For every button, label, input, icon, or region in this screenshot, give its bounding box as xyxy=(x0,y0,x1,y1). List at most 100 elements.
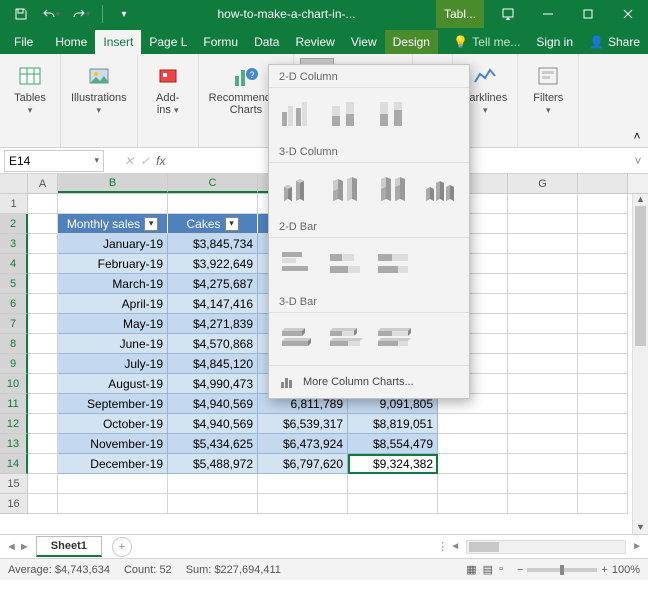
tab-formulas[interactable]: Formu xyxy=(195,30,246,54)
ribbon-display-options-icon[interactable] xyxy=(488,0,528,28)
row-header[interactable]: 9 xyxy=(0,354,28,374)
cancel-formula-icon[interactable]: ✕ xyxy=(124,154,134,168)
3d-clustered-bar-icon[interactable] xyxy=(279,321,317,355)
cell[interactable] xyxy=(28,394,58,414)
cell[interactable] xyxy=(28,234,58,254)
select-all-corner[interactable] xyxy=(0,174,28,193)
qat-customize-icon[interactable]: ▾ xyxy=(111,2,137,26)
cell[interactable] xyxy=(508,314,578,334)
3d-clustered-column-icon[interactable] xyxy=(279,171,317,205)
cell[interactable] xyxy=(168,494,258,514)
cell[interactable] xyxy=(28,334,58,354)
cell[interactable]: $5,488,972 xyxy=(168,454,258,474)
row-header[interactable]: 16 xyxy=(0,494,28,514)
cell[interactable] xyxy=(28,254,58,274)
cell[interactable] xyxy=(508,474,578,494)
save-icon[interactable] xyxy=(8,2,34,26)
cell[interactable]: $5,434,625 xyxy=(168,434,258,454)
3d-stacked-bar-icon[interactable] xyxy=(327,321,365,355)
cell[interactable]: December-19 xyxy=(58,454,168,474)
cell[interactable] xyxy=(438,454,508,474)
row-header[interactable]: 11 xyxy=(0,394,28,414)
cell[interactable] xyxy=(508,354,578,374)
cell[interactable]: Cakes▾ xyxy=(168,214,258,234)
page-layout-view-icon[interactable]: ▤ xyxy=(483,563,493,576)
row-header[interactable]: 6 xyxy=(0,294,28,314)
cell[interactable] xyxy=(508,414,578,434)
undo-icon[interactable]: ▾ xyxy=(38,2,64,26)
cell[interactable]: September-19 xyxy=(58,394,168,414)
stacked-bar-icon[interactable] xyxy=(327,246,365,280)
cell[interactable] xyxy=(58,494,168,514)
cell[interactable] xyxy=(438,474,508,494)
cell[interactable] xyxy=(28,374,58,394)
cell[interactable] xyxy=(28,274,58,294)
minimize-button[interactable] xyxy=(528,0,568,28)
cell[interactable] xyxy=(438,494,508,514)
cell[interactable]: $4,845,120 xyxy=(168,354,258,374)
new-sheet-button[interactable]: + xyxy=(112,537,132,557)
cell[interactable] xyxy=(578,434,628,454)
cell[interactable] xyxy=(58,194,168,214)
more-column-charts-item[interactable]: More Column Charts... xyxy=(269,365,469,398)
100-stacked-column-icon[interactable] xyxy=(375,96,413,130)
scroll-up-icon[interactable]: ▲ xyxy=(633,194,648,206)
row-header[interactable]: 5 xyxy=(0,274,28,294)
tab-insert[interactable]: Insert xyxy=(95,30,141,54)
row-header[interactable]: 14 xyxy=(0,454,28,474)
cell[interactable] xyxy=(508,274,578,294)
tab-data[interactable]: Data xyxy=(246,30,287,54)
hscroll-right-icon[interactable]: ► xyxy=(630,541,644,552)
row-header[interactable]: 1 xyxy=(0,194,28,214)
cell[interactable]: $6,539,317 xyxy=(258,414,348,434)
tab-view[interactable]: View xyxy=(343,30,385,54)
cell[interactable]: $8,554,479 xyxy=(348,434,438,454)
tab-design[interactable]: Design xyxy=(385,30,438,54)
addins-button[interactable]: Add- ins ▾ xyxy=(144,58,192,120)
cell[interactable] xyxy=(508,374,578,394)
horizontal-scrollbar[interactable] xyxy=(466,540,626,554)
row-header[interactable]: 15 xyxy=(0,474,28,494)
expand-formula-bar-icon[interactable]: ˅ xyxy=(628,154,648,168)
cell[interactable] xyxy=(28,494,58,514)
cell[interactable]: April-19 xyxy=(58,294,168,314)
cell[interactable] xyxy=(508,434,578,454)
cell[interactable] xyxy=(578,254,628,274)
cell[interactable] xyxy=(438,414,508,434)
redo-icon[interactable]: ▾ xyxy=(68,2,94,26)
cell[interactable] xyxy=(438,434,508,454)
3d-column-icon[interactable] xyxy=(422,171,460,205)
stacked-column-icon[interactable] xyxy=(327,96,365,130)
illustrations-button[interactable]: Illustrations▾ xyxy=(67,58,131,120)
zoom-level[interactable]: 100% xyxy=(612,564,640,576)
normal-view-icon[interactable]: ▦ xyxy=(466,563,476,576)
cell[interactable]: May-19 xyxy=(58,314,168,334)
cell[interactable] xyxy=(578,354,628,374)
3d-100-stacked-column-icon[interactable] xyxy=(374,171,412,205)
cell[interactable] xyxy=(508,454,578,474)
3d-stacked-column-icon[interactable] xyxy=(327,171,365,205)
cell[interactable] xyxy=(578,194,628,214)
cell[interactable]: $4,940,569 xyxy=(168,394,258,414)
cell[interactable] xyxy=(578,494,628,514)
page-break-view-icon[interactable]: ▫ xyxy=(499,563,503,576)
cell[interactable]: July-19 xyxy=(58,354,168,374)
hscroll-left-icon[interactable]: ◄ xyxy=(448,541,462,552)
cell[interactable] xyxy=(28,454,58,474)
cell[interactable] xyxy=(28,294,58,314)
collapse-ribbon-icon[interactable]: ˄ xyxy=(626,54,648,147)
cell[interactable] xyxy=(348,494,438,514)
cell[interactable] xyxy=(508,214,578,234)
cell[interactable] xyxy=(348,474,438,494)
enter-formula-icon[interactable]: ✓ xyxy=(140,154,150,168)
3d-100-stacked-bar-icon[interactable] xyxy=(375,321,413,355)
cell[interactable] xyxy=(58,474,168,494)
row-header[interactable]: 13 xyxy=(0,434,28,454)
cell[interactable]: $9,324,382 xyxy=(348,454,438,474)
row-header[interactable]: 3 xyxy=(0,234,28,254)
cell[interactable] xyxy=(258,494,348,514)
cell[interactable] xyxy=(578,314,628,334)
cell[interactable]: $8,819,051 xyxy=(348,414,438,434)
tables-button[interactable]: Tables▾ xyxy=(6,58,54,120)
cell[interactable] xyxy=(28,354,58,374)
